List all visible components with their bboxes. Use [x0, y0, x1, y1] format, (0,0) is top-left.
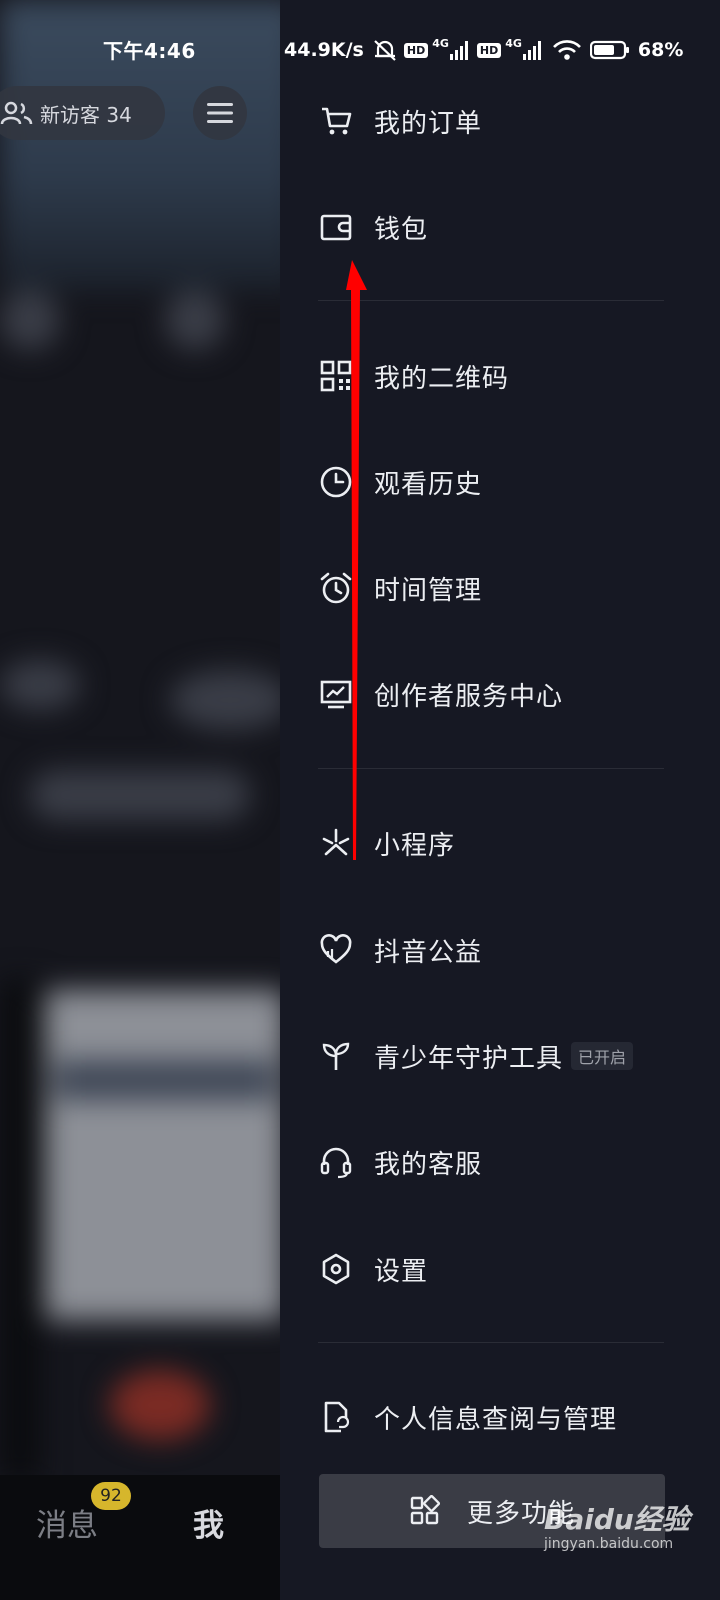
- arrow-shape: [346, 260, 367, 860]
- watermark-url: jingyan.baidu.com: [544, 1536, 674, 1552]
- annotation-arrow: [346, 260, 367, 860]
- watermark-brand: Baidu经验: [544, 1503, 690, 1536]
